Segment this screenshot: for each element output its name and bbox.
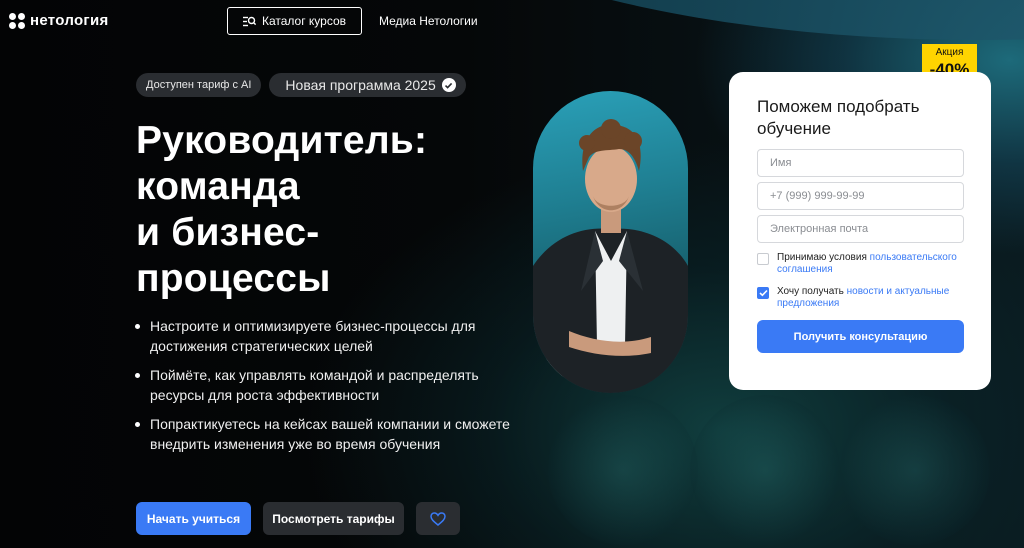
email-field[interactable] (757, 215, 964, 243)
logo-icon (9, 12, 25, 29)
list-item: Попрактикуетесь на кейсах вашей компании… (130, 414, 520, 454)
badges: Доступен тариф с AI Новая программа 2025 (136, 73, 466, 97)
new-program-label: Новая программа 2025 (285, 77, 436, 93)
terms-label: Принимаю условия (777, 252, 870, 263)
title-line: процессы (136, 257, 331, 300)
page-title: Руководитель: команда и бизнес- процессы (136, 118, 516, 302)
view-tariffs-button[interactable]: Посмотреть тарифы (263, 502, 404, 535)
news-label: Хочу получать (777, 286, 847, 297)
promo-label: Акция (935, 47, 964, 58)
news-checkbox[interactable] (757, 287, 769, 299)
background-circle (548, 395, 698, 545)
list-item: Поймёте, как управлять командой и распре… (130, 365, 520, 405)
phone-field[interactable] (757, 182, 964, 210)
catalog-search-icon (242, 16, 256, 26)
start-learning-button[interactable]: Начать учиться (136, 502, 251, 535)
catalog-button[interactable]: Каталог курсов (227, 7, 362, 35)
site-header: нетология Каталог курсов Медиа Нетологии (0, 0, 1024, 42)
hero-actions: Начать учиться Посмотреть тарифы (136, 502, 460, 535)
logo-text: нетология (30, 12, 109, 29)
favorite-button[interactable] (416, 502, 460, 535)
consultation-form: Поможем подобрать обучение Принимаю усло… (729, 72, 991, 390)
title-line: Руководитель: (136, 119, 428, 162)
logo[interactable]: нетология (9, 12, 109, 29)
terms-consent-row: Принимаю условия пользовательского согла… (757, 252, 967, 276)
benefits-list: Настроите и оптимизируете бизнес-процесс… (130, 316, 520, 463)
get-consultation-button[interactable]: Получить консультацию (757, 320, 964, 353)
ai-tariff-badge: Доступен тариф с AI (136, 73, 262, 97)
person-illustration (533, 119, 688, 393)
form-title: Поможем подобрать обучение (757, 97, 920, 138)
media-link[interactable]: Медиа Нетологии (379, 14, 478, 28)
terms-text: Принимаю условия пользовательского согла… (777, 252, 967, 276)
verified-check-icon (441, 78, 456, 92)
terms-checkbox[interactable] (757, 253, 769, 265)
title-line: команда (136, 165, 300, 208)
background-circle (690, 395, 840, 545)
title-line: и бизнес- (136, 211, 320, 254)
news-text: Хочу получать новости и актуальные предл… (777, 286, 967, 310)
heart-icon (430, 511, 446, 526)
news-consent-row: Хочу получать новости и актуальные предл… (757, 286, 967, 310)
background-circle (840, 395, 990, 545)
checkmark-icon (758, 289, 768, 297)
new-program-badge: Новая программа 2025 (269, 73, 466, 97)
catalog-label: Каталог курсов (261, 14, 347, 28)
portrait-image (533, 91, 688, 393)
name-field[interactable] (757, 149, 964, 177)
list-item: Настроите и оптимизируете бизнес-процесс… (130, 316, 520, 356)
